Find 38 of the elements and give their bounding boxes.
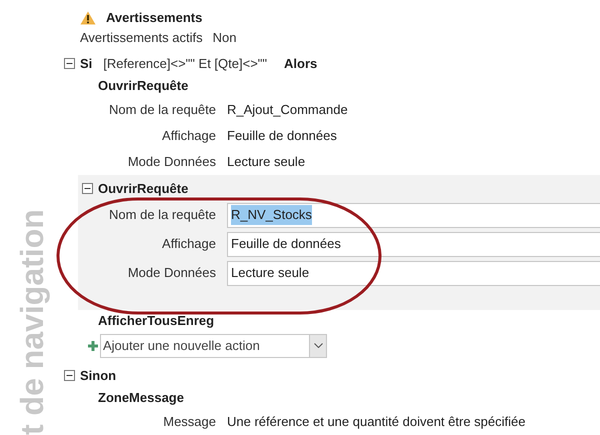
argument-label: Affichage xyxy=(161,235,217,254)
plus-icon[interactable] xyxy=(88,340,98,350)
argument-value: Lecture seule xyxy=(231,264,310,282)
argument-label: Nom de la requête xyxy=(108,206,217,224)
argument-value: R_Ajout_Commande xyxy=(227,100,348,119)
action-name[interactable]: OuvrirRequête xyxy=(98,74,188,96)
setting-label: Avertissements actifs xyxy=(80,29,203,48)
argument-value: Feuille de données xyxy=(227,126,337,145)
argument-field[interactable]: Feuille de données xyxy=(227,232,600,256)
argument-label: Mode Données xyxy=(126,152,217,171)
argument-field[interactable]: Lecture seule xyxy=(227,260,600,286)
argument-label: Affichage xyxy=(161,126,217,145)
argument-label: Message xyxy=(162,413,217,432)
action-name[interactable]: ZoneMessage xyxy=(98,387,184,409)
argument-value: Feuille de données xyxy=(231,235,341,254)
setting-value: Non xyxy=(212,29,236,48)
condition-text: [Reference]<>"" Et [Qte]<>"" xyxy=(103,54,268,73)
argument-field[interactable]: R_NV_Stocks xyxy=(227,202,600,228)
keyword: Si xyxy=(80,54,92,73)
argument-value: Lecture seule xyxy=(227,152,306,171)
dropdown-caret-button[interactable] xyxy=(309,334,326,356)
add-action-dropdown[interactable]: Ajouter une nouvelle action xyxy=(100,334,327,358)
argument-value: R_NV_Stocks xyxy=(231,205,312,225)
warning-icon xyxy=(80,10,96,25)
action-name: OuvrirRequête xyxy=(98,180,188,198)
section-title: Avertissements xyxy=(106,9,202,27)
argument-value: Une référence et une quantité doivent être spécifiée xyxy=(227,413,526,432)
argument-label: Mode Données xyxy=(126,264,217,282)
collapse-icon[interactable] xyxy=(64,370,75,381)
action-name[interactable]: AfficherTousEnreg xyxy=(98,310,214,332)
keyword: Alors xyxy=(284,54,318,73)
dropdown-value: Ajouter une nouvelle action xyxy=(102,336,261,355)
collapse-icon[interactable] xyxy=(82,183,93,194)
collapse-icon[interactable] xyxy=(64,58,75,69)
caret-icon xyxy=(314,343,322,348)
keyword: Sinon xyxy=(80,366,116,384)
argument-label: Nom de la requête xyxy=(108,100,217,119)
selected-action-panel[interactable]: OuvrirRequête Nom de la requête R_NV_Stocks Affichage Feuille de données Mode Données Lecture seule xyxy=(78,174,600,310)
